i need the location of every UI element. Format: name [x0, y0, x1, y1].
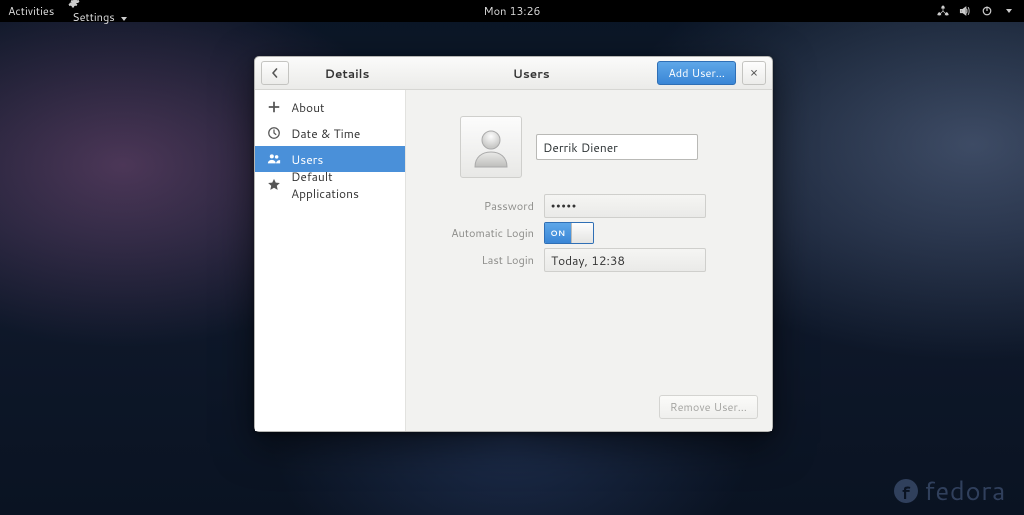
- system-status-area[interactable]: [937, 5, 1024, 17]
- automatic-login-label: Automatic Login: [406, 225, 534, 241]
- users-panel: Derrik Diener Password ●●●●● Automatic L…: [406, 90, 772, 431]
- settings-window: Details Users Add User… × About Date & T…: [254, 56, 773, 432]
- chevron-left-icon: [270, 68, 280, 78]
- avatar[interactable]: [460, 116, 522, 178]
- fedora-logo-icon: [894, 479, 918, 503]
- remove-user-button[interactable]: Remove User…: [659, 395, 758, 419]
- user-name-value: Derrik Diener: [543, 139, 618, 156]
- user-avatar-icon: [469, 125, 513, 169]
- toggle-knob: [571, 223, 593, 243]
- sidebar-item-datetime[interactable]: Date & Time: [255, 120, 405, 146]
- sidebar-item-label: About: [291, 99, 325, 116]
- panel-title: Details: [289, 65, 405, 82]
- sidebar-item-label: Date & Time: [291, 125, 360, 142]
- app-menu[interactable]: Settings: [68, 0, 126, 25]
- last-login-field[interactable]: Today, 12:38: [544, 248, 706, 272]
- activities-button[interactable]: Activities: [8, 3, 54, 19]
- sidebar-item-default-apps[interactable]: Default Applications: [255, 172, 405, 198]
- sidebar-item-label: Default Applications: [291, 168, 393, 202]
- last-login-value: Today, 12:38: [551, 252, 625, 269]
- power-icon: [981, 5, 993, 17]
- chevron-down-icon: [1006, 9, 1012, 13]
- star-icon: [267, 178, 281, 192]
- back-button[interactable]: [261, 61, 289, 85]
- password-field[interactable]: ●●●●●: [544, 194, 706, 218]
- desktop-background: Activities Settings Mon 13:26 fedora Det…: [0, 0, 1024, 515]
- toggle-on-label: ON: [545, 223, 571, 243]
- password-mask: ●●●●●: [551, 201, 577, 211]
- user-name-field[interactable]: Derrik Diener: [536, 134, 698, 160]
- window-titlebar: Details Users Add User… ×: [255, 57, 772, 90]
- settings-sidebar: About Date & Time Users Default Applicat…: [255, 90, 406, 431]
- last-login-label: Last Login: [406, 252, 534, 268]
- plus-icon: [267, 100, 281, 114]
- chevron-down-icon: [121, 17, 127, 21]
- clock-icon: [267, 126, 281, 140]
- clock[interactable]: Mon 13:26: [484, 3, 541, 19]
- settings-icon: [68, 0, 80, 9]
- fedora-logo: fedora: [894, 473, 1006, 509]
- automatic-login-toggle[interactable]: ON: [544, 222, 594, 244]
- volume-icon: [959, 5, 971, 17]
- users-icon: [267, 152, 281, 166]
- network-icon: [937, 5, 949, 17]
- close-button[interactable]: ×: [742, 61, 766, 85]
- sidebar-item-about[interactable]: About: [255, 94, 405, 120]
- page-title: Users: [405, 65, 657, 82]
- gnome-top-bar: Activities Settings Mon 13:26: [0, 0, 1024, 22]
- password-label: Password: [406, 198, 534, 214]
- sidebar-item-label: Users: [291, 151, 323, 168]
- add-user-button[interactable]: Add User…: [657, 61, 736, 85]
